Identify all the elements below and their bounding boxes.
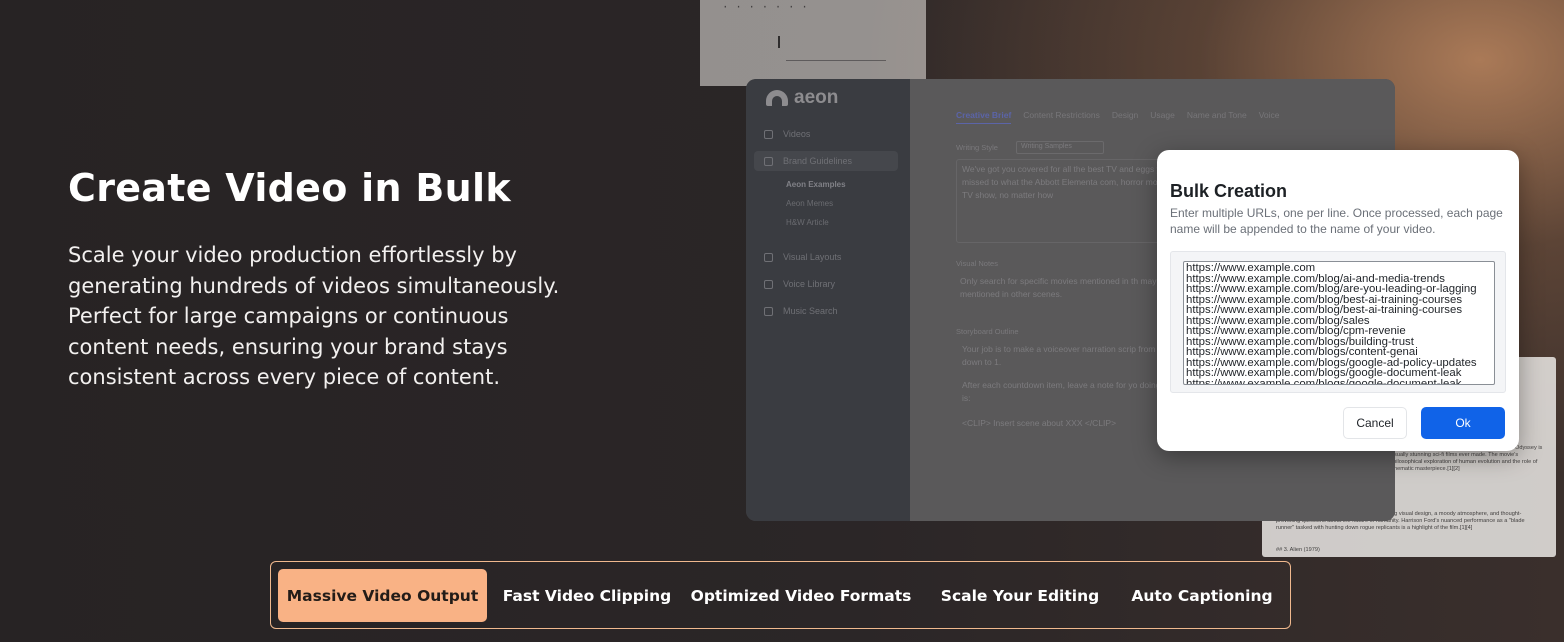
tab-name-and-tone[interactable]: Name and Tone (1187, 110, 1247, 124)
app-sidebar: aeon Videos Brand Guidelines Aeon Exampl… (746, 79, 910, 521)
feature-tab-bar: Massive Video Output Fast Video Clipping… (270, 561, 1291, 629)
storyboard-label: Storyboard Outline (956, 327, 1019, 336)
text-cursor-icon (778, 36, 780, 48)
sidebar-item-label: Visual Layouts (783, 252, 842, 262)
tab-usage[interactable]: Usage (1150, 110, 1175, 124)
sidebar-item-label: Music Search (783, 306, 838, 316)
url-textarea[interactable]: https://www.example.com https://www.examp… (1183, 261, 1495, 385)
hero-description: Scale your video production effortlessly… (68, 243, 560, 390)
visual-notes-label: Visual Notes (956, 259, 998, 268)
sidebar-item-voice-library[interactable]: Voice Library (764, 279, 835, 289)
feature-tab-massive-video-output[interactable]: Massive Video Output (278, 569, 487, 622)
tab-creative-brief[interactable]: Creative Brief (956, 110, 1012, 124)
storyboard-text: After each countdown item, leave a note … (962, 380, 1172, 403)
storyboard-text: Your job is to make a voiceover narratio… (962, 344, 1163, 367)
creative-brief-text: We've got you covered for all the best T… (962, 164, 1181, 200)
sidebar-item-label: Voice Library (783, 279, 836, 289)
writing-style-select[interactable]: Writing Samples (1016, 141, 1104, 154)
sidebar-item-label: Brand Guidelines (783, 156, 853, 166)
modal-title: Bulk Creation (1170, 181, 1288, 201)
document-divider (786, 60, 886, 61)
sidebar-item-music-search[interactable]: Music Search (764, 306, 838, 316)
tab-voice[interactable]: Voice (1259, 110, 1280, 124)
sidebar-item-visual-layouts[interactable]: Visual Layouts (764, 252, 841, 262)
sidebar-item-brand-guidelines[interactable]: Brand Guidelines (764, 156, 852, 166)
tab-content-restrictions[interactable]: Content Restrictions (1023, 110, 1100, 124)
app-logo: aeon (766, 87, 838, 109)
storyboard-text: <CLIP> Insert scene about XXX </CLIP> (962, 418, 1117, 428)
hero-title: Create Video in Bulk (68, 166, 511, 210)
url-line: https://www.example.com/blog/are-you-lea… (1186, 283, 1477, 295)
url-line: https://www.example.com/blogs/content-ge… (1186, 346, 1418, 358)
url-line: https://www.example.com/blogs/google-doc… (1186, 377, 1462, 385)
url-line: https://www.example.com/blog/cpm-revenie (1186, 325, 1406, 337)
sidebar-item-videos[interactable]: Videos (764, 129, 810, 139)
url-input-container: https://www.example.com https://www.examp… (1170, 251, 1506, 393)
brand-tabs: Creative Brief Content Restrictions Desi… (956, 110, 1280, 124)
feature-tab-fast-video-clipping[interactable]: Fast Video Clipping (493, 569, 681, 622)
voice-icon (764, 279, 773, 289)
document-scribble: · · · · · · · (722, 2, 808, 14)
ok-button[interactable]: Ok (1421, 407, 1505, 439)
url-line: https://www.example.com/blogs/google-doc… (1186, 367, 1462, 379)
modal-description: Enter multiple URLs, one per line. Once … (1170, 206, 1503, 236)
cancel-button[interactable]: Cancel (1343, 407, 1407, 439)
feature-tab-scale-your-editing[interactable]: Scale Your Editing (925, 569, 1115, 622)
url-line: https://www.example.com (1186, 262, 1316, 274)
bulk-creation-modal: Bulk Creation Enter multiple URLs, one p… (1157, 150, 1519, 451)
document-heading: ## 3. Alien (1979) (1276, 547, 1320, 553)
sidebar-subitem-hw-article[interactable]: H&W Article (786, 218, 829, 227)
feature-tab-optimized-video-formats[interactable]: Optimized Video Formats (689, 569, 913, 622)
sidebar-subitem-aeon-memes[interactable]: Aeon Memes (786, 199, 833, 208)
background-document-top: · · · · · · · (700, 0, 926, 86)
tab-design[interactable]: Design (1112, 110, 1138, 124)
document-icon (764, 156, 773, 166)
sidebar-item-label: Videos (783, 129, 811, 139)
music-icon (764, 306, 773, 316)
app-logo-text: aeon (794, 87, 839, 108)
writing-style-label: Writing Style (956, 143, 998, 152)
visual-notes-text: Only search for specific movies mentione… (960, 276, 1169, 299)
sidebar-subitem-aeon-examples[interactable]: Aeon Examples (786, 180, 846, 189)
video-icon (764, 129, 773, 139)
aeon-logo-icon (766, 90, 788, 106)
layout-icon (764, 252, 773, 262)
feature-tab-auto-captioning[interactable]: Auto Captioning (1119, 569, 1285, 622)
url-line: https://www.example.com/blog/best-ai-tra… (1186, 304, 1463, 316)
